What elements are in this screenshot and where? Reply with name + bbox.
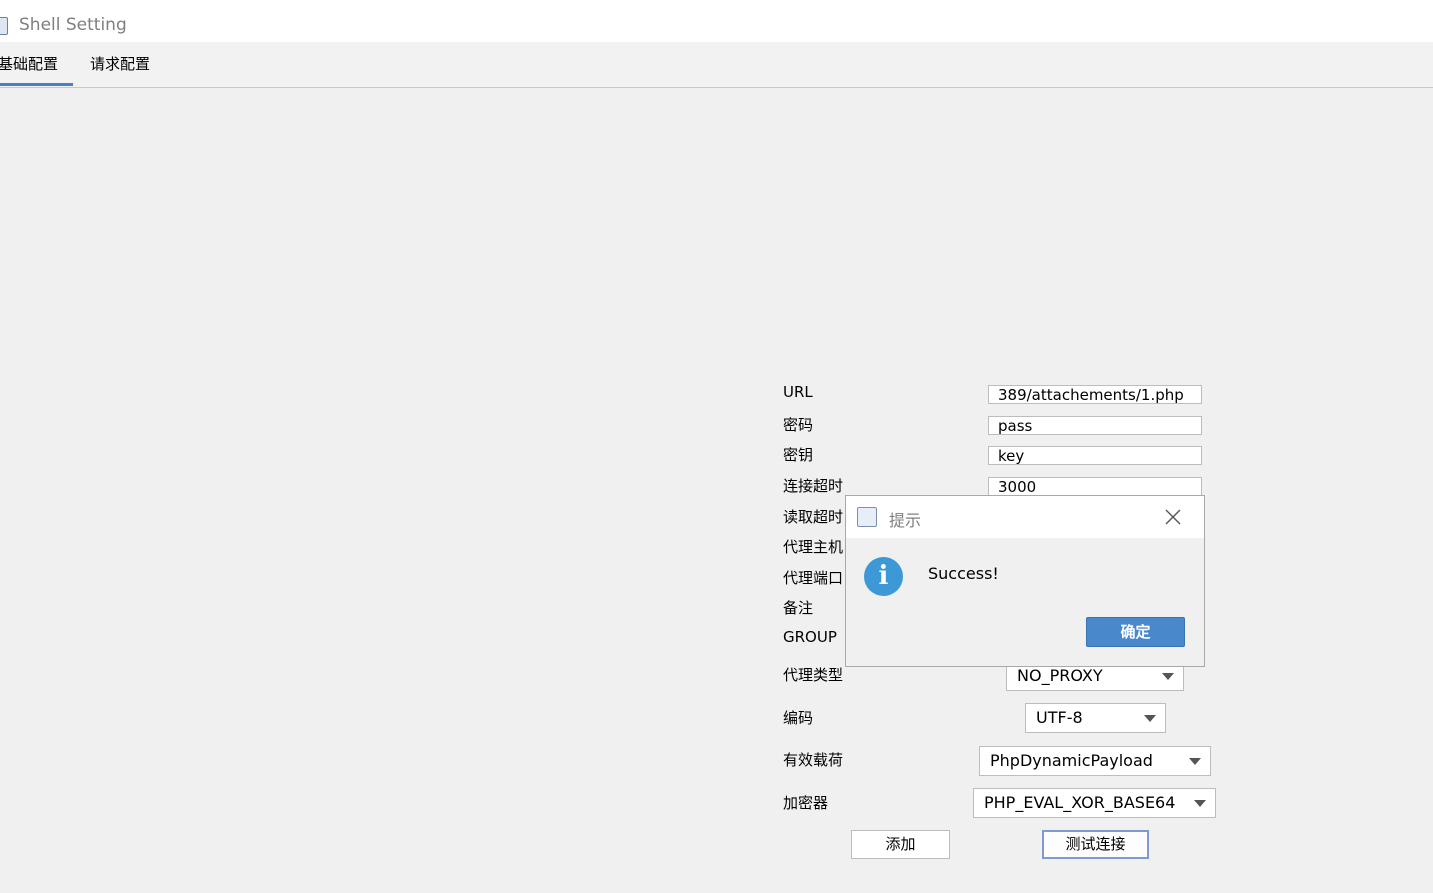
payload-select[interactable]: PhpDynamicPayload — [979, 746, 1211, 776]
password-label: 密码 — [783, 416, 814, 434]
ok-button[interactable]: 确定 — [1086, 617, 1185, 647]
password-input[interactable]: pass — [988, 416, 1202, 435]
dialog-title: 提示 — [889, 511, 922, 530]
chevron-down-icon — [1144, 715, 1156, 722]
payload-value: PhpDynamicPayload — [990, 751, 1153, 770]
connect-timeout-input[interactable]: 3000 — [988, 477, 1202, 496]
proxy-type-label: 代理类型 — [783, 666, 844, 684]
tab-request-config[interactable]: 请求配置 — [90, 42, 150, 86]
proxy-host-label: 代理主机 — [783, 538, 844, 556]
proxy-port-label: 代理端口 — [783, 569, 844, 587]
payload-label: 有效载荷 — [783, 751, 844, 769]
cryption-select[interactable]: PHP_EVAL_XOR_BASE64 — [973, 788, 1216, 818]
java-app-icon — [0, 17, 8, 35]
java-app-icon — [857, 507, 877, 527]
window-title: Shell Setting — [19, 15, 127, 35]
tab-bar: 基础配置 请求配置 — [0, 42, 1433, 88]
chevron-down-icon — [1189, 758, 1201, 765]
group-label: GROUP — [783, 628, 837, 646]
url-label: URL — [783, 383, 813, 401]
read-timeout-label: 读取超时 — [783, 508, 844, 526]
dialog-titlebar: 提示 — [846, 496, 1204, 538]
tab-basic-config[interactable]: 基础配置 — [0, 42, 73, 86]
cryption-value: PHP_EVAL_XOR_BASE64 — [984, 793, 1176, 812]
test-connection-button[interactable]: 测试连接 — [1042, 830, 1149, 859]
chevron-down-icon — [1162, 673, 1174, 680]
close-icon[interactable] — [1164, 508, 1182, 526]
add-button[interactable]: 添加 — [851, 830, 950, 859]
url-input[interactable]: 389/attachements/1.php — [988, 385, 1202, 404]
connect-timeout-label: 连接超时 — [783, 477, 844, 495]
encoding-label: 编码 — [783, 709, 814, 727]
remark-label: 备注 — [783, 599, 814, 617]
key-label: 密钥 — [783, 446, 814, 464]
proxy-type-value: NO_PROXY — [1017, 666, 1103, 685]
chevron-down-icon — [1194, 800, 1206, 807]
tab-label: 基础配置 — [0, 55, 59, 73]
encoding-select[interactable]: UTF-8 — [1025, 703, 1166, 733]
info-icon: i — [864, 557, 903, 596]
message-dialog: 提示 i Success! 确定 — [845, 495, 1205, 667]
tab-label: 请求配置 — [90, 55, 151, 73]
window-titlebar: Shell Setting — [0, 0, 1433, 42]
dialog-message: Success! — [928, 564, 999, 583]
cryption-label: 加密器 — [783, 794, 829, 812]
key-input[interactable]: key — [988, 446, 1202, 465]
encoding-value: UTF-8 — [1036, 708, 1083, 727]
